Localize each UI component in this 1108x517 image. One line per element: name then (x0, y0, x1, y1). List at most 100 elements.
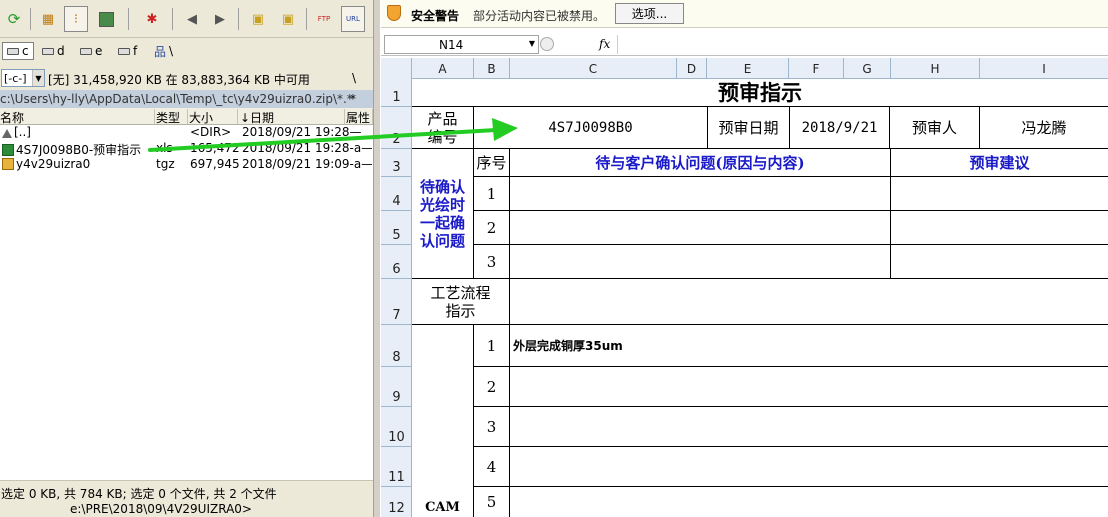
cam-item-cell[interactable] (510, 367, 1108, 407)
formula-expand-icon[interactable] (540, 37, 554, 51)
seq-header[interactable]: 序号 (474, 149, 510, 177)
cam-seq-number[interactable]: 2 (474, 367, 510, 407)
formula-input[interactable] (617, 35, 1105, 54)
select-all-corner[interactable] (381, 58, 412, 79)
network-drive-button[interactable]: 品 \ (150, 42, 177, 60)
command-line-path[interactable]: e:\PRE\2018\09\4V29UIZRA0> (0, 500, 373, 517)
row-header[interactable]: 10 (381, 407, 412, 447)
pane-divider[interactable] (373, 0, 381, 517)
issue-cell[interactable] (510, 177, 891, 211)
unpack-archive-icon[interactable]: ▣ (276, 6, 300, 32)
column-header[interactable]: H (891, 58, 980, 79)
suggestion-cell[interactable] (891, 245, 1108, 279)
cam-item-cell[interactable] (510, 447, 1108, 487)
refresh-icon[interactable]: ⟳ (2, 6, 26, 32)
column-name[interactable]: 名称 (0, 109, 155, 124)
suggestion-cell[interactable] (891, 211, 1108, 245)
process-label[interactable]: 工艺流程指示 (412, 279, 510, 325)
file-date: 2018/09/21 19:28-a— (242, 141, 372, 155)
path-filter[interactable]: * (350, 92, 356, 106)
suggestion-cell[interactable] (891, 177, 1108, 211)
fx-icon[interactable]: fx (599, 37, 610, 51)
forward-arrow-icon[interactable]: ▶ (208, 6, 232, 32)
drive-select[interactable]: [-c-] ▼ (1, 69, 45, 87)
column-date[interactable]: ↓日期 (240, 109, 345, 124)
toolbar-separator (172, 8, 173, 30)
row-header[interactable]: 4 (381, 177, 412, 211)
drive-d-button[interactable]: d (38, 42, 69, 60)
drive-bar: c d e f 品 \ (0, 40, 373, 62)
review-date-value[interactable]: 2018/9/21 (790, 107, 890, 149)
root-button[interactable]: \ (352, 71, 356, 85)
row-header[interactable]: 3 (381, 149, 412, 177)
confirm-issues-label[interactable]: 待确认光绘时一起确认问题 (412, 149, 474, 279)
row-header[interactable]: 7 (381, 279, 412, 325)
product-code-label[interactable]: 产品编号 (412, 107, 474, 149)
issue-cell[interactable] (510, 211, 891, 245)
issue-header[interactable]: 待与客户确认问题(原因与内容) (510, 149, 891, 177)
file-date: 2018/09/21 19:09-a— (242, 157, 372, 171)
cam-item-cell[interactable] (510, 487, 1108, 517)
cam-seq-number[interactable]: 4 (474, 447, 510, 487)
cell-area: 预审指示 产品编号 4S7J0098B0 预审日期 2018/9/21 预审人 … (412, 79, 1108, 517)
column-header[interactable]: A (412, 58, 474, 79)
row-header[interactable]: 5 (381, 211, 412, 245)
row-header[interactable]: 1 (381, 79, 412, 107)
column-header[interactable]: E (707, 58, 789, 79)
column-header[interactable]: C (510, 58, 677, 79)
reviewer-value[interactable]: 冯龙腾 (980, 107, 1108, 149)
seq-number[interactable]: 2 (474, 211, 510, 245)
process-cell[interactable] (510, 279, 1108, 325)
file-row[interactable]: 4S7J0098B0-预审指示 xls 165,472 2018/09/21 1… (0, 141, 373, 157)
row-header[interactable]: 6 (381, 245, 412, 279)
column-header[interactable]: F (789, 58, 844, 79)
row-header[interactable]: 12 (381, 487, 412, 517)
column-headers: A B C D E F G H I (381, 58, 1108, 79)
row-header[interactable]: 9 (381, 367, 412, 407)
name-box[interactable]: N14 ▼ (384, 35, 539, 54)
cam-seq-number[interactable]: 1 (474, 325, 510, 367)
pack-archive-icon[interactable]: ▣ (246, 6, 270, 32)
security-title: 安全警告 (411, 9, 460, 23)
seq-number[interactable]: 3 (474, 245, 510, 279)
thumbnail-view-icon[interactable]: ▦ (36, 6, 60, 32)
column-header[interactable]: D (677, 58, 707, 79)
url-icon[interactable]: URL (341, 6, 365, 32)
file-row[interactable]: [..] <DIR> 2018/09/21 19:28— (0, 125, 373, 141)
issue-cell[interactable] (510, 245, 891, 279)
name-box-value: N14 (439, 37, 464, 52)
column-attr[interactable]: 属性 (346, 109, 373, 124)
column-size[interactable]: 大小 (189, 109, 238, 124)
drive-f-button[interactable]: f (114, 42, 141, 60)
column-header[interactable]: I (980, 58, 1108, 79)
review-date-label[interactable]: 预审日期 (708, 107, 790, 149)
suggestion-header[interactable]: 预审建议 (891, 149, 1108, 177)
current-path[interactable]: c:\Users\hy-lly\AppData\Local\Temp\_tc\y… (0, 92, 353, 106)
drive-e-button[interactable]: e (76, 42, 106, 60)
row-header[interactable]: 2 (381, 107, 412, 149)
invert-selection-icon[interactable]: ✱ (140, 6, 164, 32)
seq-number[interactable]: 1 (474, 177, 510, 211)
column-header[interactable]: B (474, 58, 510, 79)
sheet-title[interactable]: 预审指示 (412, 79, 1108, 107)
file-row[interactable]: y4v29uizra0 tgz 697,945 2018/09/21 19:09… (0, 157, 373, 173)
cam-label[interactable]: CAM (412, 325, 474, 517)
reviewer-label[interactable]: 预审人 (890, 107, 980, 149)
cam-seq-number[interactable]: 3 (474, 407, 510, 447)
product-code-value[interactable]: 4S7J0098B0 (474, 107, 708, 149)
chevron-down-icon: ▼ (528, 39, 535, 48)
tree-view-icon[interactable]: ⁝ (64, 6, 88, 32)
drive-c-button[interactable]: c (2, 42, 34, 60)
column-type[interactable]: 类型 (156, 109, 188, 124)
column-header[interactable]: G (844, 58, 891, 79)
image-view-icon[interactable] (94, 6, 118, 32)
back-arrow-icon[interactable]: ◀ (180, 6, 204, 32)
file-size: 697,945 (190, 157, 240, 171)
cam-seq-number[interactable]: 5 (474, 487, 510, 517)
row-header[interactable]: 11 (381, 447, 412, 487)
ftp-icon[interactable]: FTP (312, 6, 336, 32)
row-header[interactable]: 8 (381, 325, 412, 367)
cam-item-cell[interactable]: 外层完成铜厚35um (510, 325, 1108, 367)
options-button[interactable]: 选项... (615, 3, 684, 24)
cam-item-cell[interactable] (510, 407, 1108, 447)
